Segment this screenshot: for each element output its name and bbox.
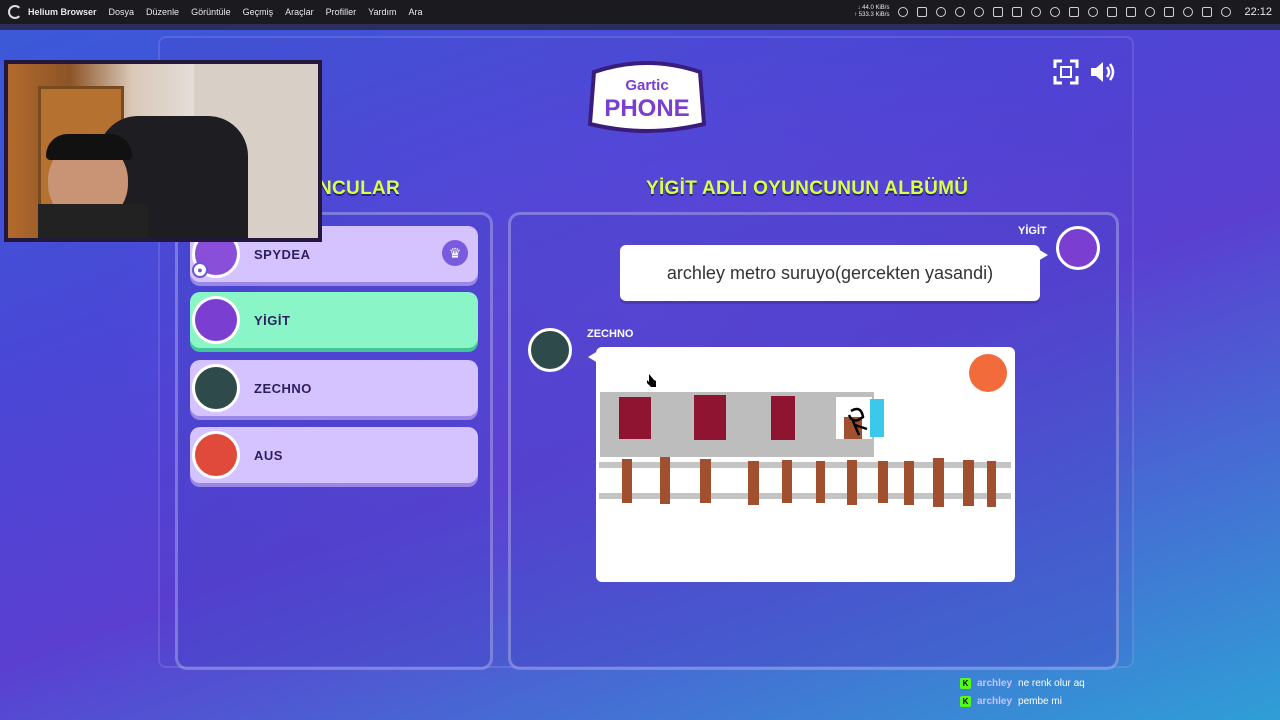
- phrase-author-avatar: [1056, 226, 1100, 270]
- net-down: ↓ 44.0 KiB/s: [857, 5, 890, 11]
- player-name: SPYDEA: [254, 246, 311, 262]
- players-title: NCULAR: [318, 178, 401, 199]
- wifi-icon[interactable]: [1088, 7, 1099, 17]
- phrase-author: YİGİT: [1018, 225, 1047, 237]
- helium-logo-icon[interactable]: [8, 5, 22, 19]
- hand-cursor-icon: [647, 374, 656, 387]
- status-area: ↓ 44.0 KiB/s ↑ 533.3 KiB/s 22:12: [854, 5, 1272, 19]
- clipboard-icon[interactable]: [1069, 7, 1080, 17]
- volume-icon[interactable]: [1164, 7, 1175, 17]
- logo-bottom-text: PHONE: [604, 95, 689, 122]
- info-icon[interactable]: [1050, 7, 1061, 17]
- chat-user: archley: [977, 696, 1013, 707]
- menu-help[interactable]: Yardım: [368, 7, 396, 17]
- fullscreen-icon[interactable]: [1052, 58, 1080, 86]
- chat-message: K archley pembe mi: [960, 696, 1062, 707]
- avatar: [192, 431, 240, 479]
- album-title: YİGİT ADLI OYUNCUNUN ALBÜMÜ: [646, 178, 969, 199]
- menu-edit[interactable]: Düzenle: [146, 7, 179, 17]
- user-icon: ●: [192, 262, 208, 278]
- player-name: AUS: [254, 447, 283, 463]
- app-icon[interactable]: [1012, 7, 1023, 17]
- check-icon[interactable]: [993, 7, 1004, 17]
- bluetooth-icon[interactable]: [1107, 7, 1118, 17]
- slash-icon[interactable]: [917, 7, 928, 17]
- menu-file[interactable]: Dosya: [109, 7, 135, 17]
- chat-text: ne renk olur aq: [1018, 678, 1085, 689]
- drawing-author-avatar: [528, 328, 572, 372]
- avatar: [192, 364, 240, 412]
- settings-icon[interactable]: [1221, 7, 1232, 17]
- player-name: YİGİT: [254, 312, 291, 328]
- kick-icon: K: [960, 696, 971, 707]
- microphone-icon[interactable]: [1145, 7, 1156, 17]
- volume-icon[interactable]: [1088, 58, 1116, 86]
- menu-tools[interactable]: Araçlar: [285, 7, 314, 17]
- whatsapp-icon[interactable]: [1031, 7, 1042, 17]
- metro-drawing: [599, 354, 1011, 507]
- menubar: Helium Browser Dosya Düzenle Görüntüle G…: [0, 0, 1280, 24]
- webcam-overlay: [4, 60, 322, 242]
- gartic-phone-logo: Gartic PHONE: [587, 61, 707, 133]
- avatar: [192, 296, 240, 344]
- menu-search[interactable]: Ara: [409, 7, 423, 17]
- chat-message: K archley ne renk olur aq: [960, 678, 1085, 689]
- record-icon[interactable]: [955, 7, 966, 17]
- headphones: [46, 134, 132, 160]
- location-icon[interactable]: [1183, 7, 1194, 17]
- app-name[interactable]: Helium Browser: [28, 7, 97, 17]
- player-card-aus[interactable]: AUS: [190, 427, 478, 483]
- player-name: ZECHNO: [254, 380, 312, 396]
- menu-profiles[interactable]: Profiller: [326, 7, 357, 17]
- battery-icon[interactable]: [1126, 7, 1137, 17]
- kick-icon: K: [960, 678, 971, 689]
- menu-view[interactable]: Görüntüle: [191, 7, 231, 17]
- person-torso: [38, 204, 148, 238]
- obs-icon[interactable]: [974, 7, 985, 17]
- chrome-icon[interactable]: [936, 7, 947, 17]
- network-speed: ↓ 44.0 KiB/s ↑ 533.3 KiB/s: [854, 5, 889, 19]
- player-card-yigit[interactable]: YİGİT: [190, 292, 478, 348]
- chat-user: archley: [977, 678, 1013, 689]
- logo-top-text: Gartic: [625, 77, 668, 94]
- drawing-author: ZECHNO: [587, 328, 634, 340]
- moon-icon[interactable]: [898, 7, 909, 17]
- chat-text: pembe mi: [1018, 696, 1062, 707]
- phrase-bubble: archley metro suruyo(gercekten yasandi): [620, 245, 1048, 301]
- clock: 22:12: [1244, 6, 1272, 18]
- chevron-down-icon[interactable]: [1202, 7, 1213, 17]
- player-card-zechno[interactable]: ZECHNO: [190, 360, 478, 416]
- net-up: ↑ 533.3 KiB/s: [854, 12, 890, 18]
- menu-history[interactable]: Geçmiş: [243, 7, 274, 17]
- drawing-canvas: [588, 347, 1015, 582]
- crown-icon: ♛: [442, 240, 468, 266]
